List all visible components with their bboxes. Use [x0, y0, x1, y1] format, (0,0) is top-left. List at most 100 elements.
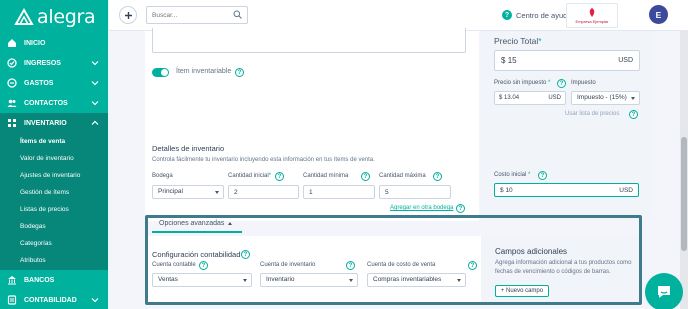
help-icon[interactable]: ? [361, 172, 370, 181]
sidebar-item-label: GASTOS [24, 79, 54, 87]
sidebar-item-label: CONTACTOS [24, 99, 68, 107]
help-center-link[interactable]: ? Centro de ayuda [502, 10, 571, 20]
submenu-bodegas[interactable]: Bodegas [0, 218, 109, 235]
precio-sin-impuesto-input[interactable]: $ 13.04 USD [494, 91, 566, 105]
cantidad-inicial-label-text: Cantidad inicial [228, 173, 269, 179]
sidebar-item-bancos[interactable]: BANCOS [0, 270, 109, 290]
company-logo-icon [589, 8, 595, 17]
costo-inicial-value-group: $ 10 [500, 187, 513, 194]
precio-total-value: 15 [507, 56, 517, 65]
description-textarea[interactable] [152, 28, 466, 53]
submenu-label: Ítems de venta [20, 138, 66, 145]
submenu-ajustes-de-inventario[interactable]: Ajustes de inventario [0, 167, 109, 184]
help-center-label: Centro de ayuda [516, 10, 572, 20]
submenu-gestion-de-items[interactable]: Gestión de ítems [0, 184, 109, 201]
alegra-leaf-icon [14, 8, 34, 25]
help-icon[interactable]: ? [557, 79, 566, 88]
submenu-label: Bodegas [20, 223, 46, 230]
help-icon[interactable]: ? [456, 204, 465, 213]
chat-button[interactable] [645, 273, 683, 309]
sidebar-item-label: INVENTARIO [24, 119, 67, 127]
bodega-label: Bodega [152, 173, 173, 179]
submenu-valor-de-inventario[interactable]: Valor de inventario [0, 150, 109, 167]
inventory-section-title: Detalles de inventario [152, 144, 225, 153]
required-mark: * [538, 36, 542, 46]
precio-sin-impuesto-label: Precio sin impuesto * [494, 80, 550, 86]
sidebar-item-label: INICIO [24, 39, 46, 47]
sidebar-item-label: BANCOS [24, 276, 55, 284]
submenu-label: Listas de precios [20, 206, 69, 213]
precio-total-input[interactable]: $ 15 USD [494, 50, 640, 71]
sidebar-item-inventario[interactable]: INVENTARIO [0, 113, 109, 133]
plus-icon [124, 11, 132, 19]
currency-code: USD [618, 57, 633, 64]
sidebar-item-gastos[interactable]: GASTOS [0, 73, 109, 93]
logo-text: alegra [37, 6, 96, 28]
bank-icon [7, 275, 17, 285]
submenu-listas-de-precios[interactable]: Listas de precios [0, 201, 109, 218]
cantidad-inicial-label: Precio TotalCantidad inicial* [228, 173, 271, 179]
alegra-logo[interactable]: alegra [14, 6, 96, 28]
required-mark: * [548, 80, 551, 86]
search-icon [233, 10, 242, 19]
top-bar: ? Centro de ayuda Empresa Ejemplar E [109, 0, 688, 31]
expenses-icon [7, 78, 17, 88]
submenu-items-de-venta[interactable]: Ítems de venta [0, 133, 109, 150]
currency-symbol: $ [500, 186, 504, 194]
impuesto-select[interactable]: Impuesto - (15%) [571, 91, 640, 105]
sidebar-item-ingresos[interactable]: INGRESOS [0, 53, 109, 73]
chevron-down-icon [91, 298, 99, 303]
user-avatar[interactable]: E [649, 5, 668, 24]
precio-sin-impuesto-value-group: $ 13.04 [499, 95, 519, 101]
accounting-icon [7, 295, 17, 305]
required-mark: * [528, 172, 531, 178]
help-icon[interactable]: ? [275, 172, 284, 181]
help-icon[interactable]: ? [629, 110, 638, 119]
bodega-select[interactable]: Principal [152, 185, 224, 199]
sidebar-item-contabilidad[interactable]: CONTABILIDAD [0, 290, 109, 309]
submenu-atributos[interactable]: Atributos [0, 252, 109, 269]
agregar-bodega-link[interactable]: Agregar en otra bodega [390, 205, 453, 211]
cantidad-minima-label: Cantidad mínima [303, 173, 349, 179]
submenu-label: Categorías [20, 240, 52, 247]
sidebar: alegra INICIO INGRESOS GASTOS CONTACTOS … [0, 0, 109, 309]
help-icon[interactable]: ? [538, 171, 547, 180]
help-icon[interactable]: ? [235, 68, 244, 77]
submenu-label: Ajustes de inventario [20, 172, 81, 179]
sidebar-item-contactos[interactable]: CONTACTOS [0, 93, 109, 113]
currency-symbol: $ [499, 95, 503, 101]
costo-inicial-label: Costo inicial * [494, 172, 530, 178]
caret-down-icon [215, 191, 219, 194]
home-icon [7, 38, 17, 48]
income-icon [7, 58, 17, 68]
costo-inicial-input[interactable]: $ 10 USD [494, 183, 639, 197]
sidebar-divider [108, 0, 109, 309]
cantidad-maxima-input[interactable] [379, 185, 451, 199]
impuesto-label: Impuesto [571, 80, 596, 86]
inventariable-toggle[interactable] [152, 68, 169, 77]
cantidad-minima-input[interactable] [303, 185, 375, 199]
submenu-label: Gestión de ítems [20, 189, 70, 196]
usar-lista-precios-link[interactable]: Usar lista de precios [565, 111, 619, 117]
submenu-categorias[interactable]: Categorías [0, 235, 109, 252]
cantidad-inicial-input[interactable] [228, 185, 299, 199]
help-icon: ? [502, 10, 512, 20]
currency-symbol: $ [501, 56, 506, 65]
help-icon[interactable]: ? [433, 172, 442, 181]
chevron-down-icon [91, 81, 99, 86]
company-logo[interactable]: Empresa Ejemplar [566, 3, 618, 28]
quick-add-button[interactable] [119, 6, 137, 24]
precio-sin-impuesto-text: Precio sin impuesto [494, 80, 547, 86]
precio-total-label: Precio Total* [494, 36, 542, 46]
sidebar-item-inicio[interactable]: INICIO [0, 33, 109, 53]
sidebar-item-label: INGRESOS [24, 59, 61, 67]
inventariable-label: Ítem inventariable [176, 68, 232, 75]
inventory-icon [7, 118, 17, 128]
sidebar-item-label: CONTABILIDAD [24, 296, 77, 304]
bodega-value: Principal [158, 188, 183, 195]
submenu-label: Valor de inventario [20, 155, 74, 162]
inventory-section-subtitle: Controla fácilmente tu inventario incluy… [152, 157, 375, 163]
scrollbar-thumb[interactable] [681, 137, 687, 251]
company-name: Empresa Ejemplar [575, 19, 609, 24]
chat-icon [658, 286, 670, 298]
